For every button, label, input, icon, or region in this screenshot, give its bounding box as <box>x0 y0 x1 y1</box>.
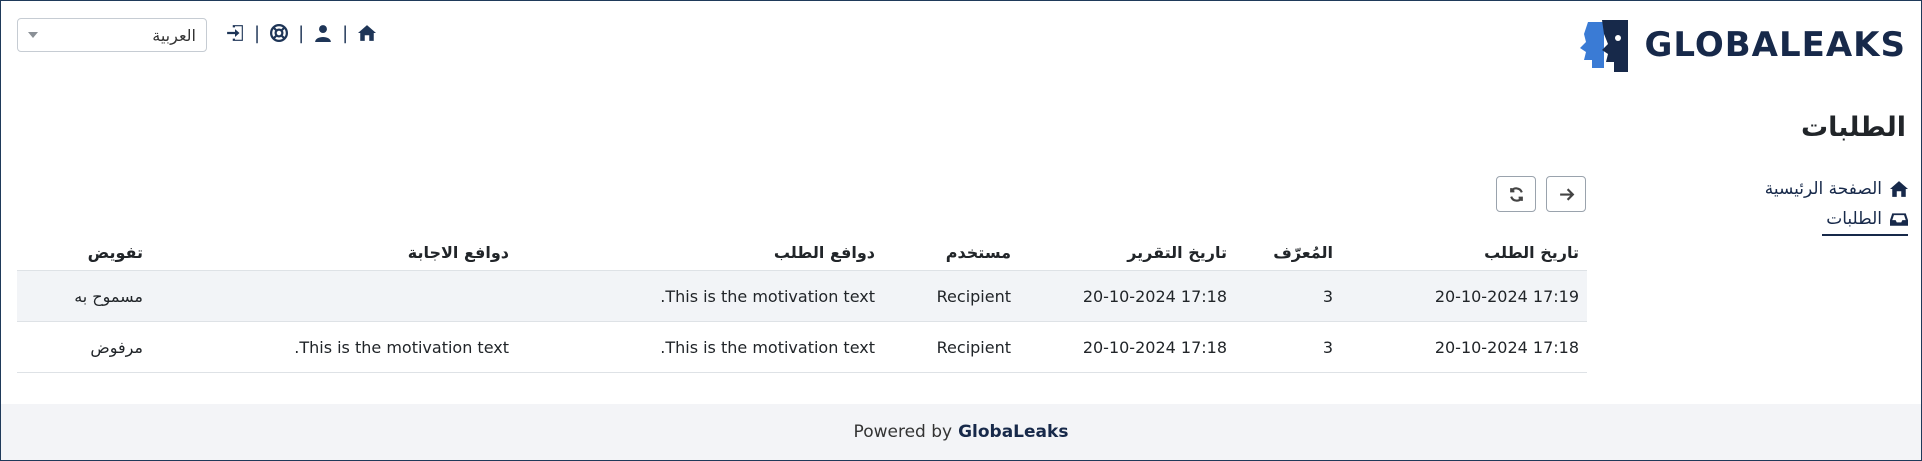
page-title: الطلبات <box>1800 112 1906 143</box>
cell-response-motivation <box>151 270 517 322</box>
sidebar-item-requests[interactable]: الطلبات <box>1822 204 1908 236</box>
col-request-motivation[interactable]: دوافع الطلب <box>517 234 883 271</box>
top-nav: | | | <box>224 22 378 44</box>
login-icon[interactable] <box>224 22 246 44</box>
sidebar: الصفحة الرئيسية الطلبات <box>1748 174 1908 236</box>
globaleaks-logo[interactable]: GLOBALEAKS <box>1574 16 1906 74</box>
table-actions <box>1496 176 1586 212</box>
table-row[interactable]: 20-10-2024 17:18 3 20-10-2024 17:18 Reci… <box>17 321 1587 373</box>
footer-brand-link[interactable]: GlobaLeaks <box>958 422 1068 442</box>
home-icon <box>1890 181 1908 197</box>
cell-authorization: مسموح به <box>17 270 151 322</box>
nav-separator: | <box>254 22 261 44</box>
requests-table: تاريخ الطلب المُعرّف تاريخ التقرير مستخد… <box>17 234 1587 373</box>
cell-request-motivation: This is the motivation text. <box>517 270 883 322</box>
col-id[interactable]: المُعرّف <box>1235 234 1341 271</box>
inbox-icon <box>1890 213 1908 226</box>
sidebar-item-label: الصفحة الرئيسية <box>1764 179 1882 199</box>
cell-response-motivation: This is the motivation text. <box>151 321 517 373</box>
cell-report-date: 20-10-2024 17:18 <box>1019 321 1235 373</box>
nav-separator: | <box>298 22 305 44</box>
cell-user: Recipient <box>883 270 1019 322</box>
refresh-button[interactable] <box>1496 176 1536 212</box>
logo-icon <box>1580 20 1629 72</box>
cell-id: 3 <box>1235 321 1341 373</box>
user-icon[interactable] <box>312 22 334 44</box>
footer: Powered by GlobaLeaks <box>1 404 1921 460</box>
forward-button[interactable] <box>1546 176 1586 212</box>
refresh-icon <box>1509 186 1523 202</box>
col-user[interactable]: مستخدم <box>883 234 1019 271</box>
language-value: العربية <box>152 25 196 45</box>
cell-id: 3 <box>1235 270 1341 322</box>
sidebar-item-label: الطلبات <box>1826 209 1882 229</box>
table-row[interactable]: 20-10-2024 17:19 3 20-10-2024 17:18 Reci… <box>17 270 1587 322</box>
language-select[interactable]: العربية <box>17 18 207 52</box>
sidebar-item-home[interactable]: الصفحة الرئيسية <box>1748 174 1908 204</box>
cell-request-date: 20-10-2024 17:19 <box>1341 270 1587 322</box>
cell-request-motivation: This is the motivation text. <box>517 321 883 373</box>
table-header-row: تاريخ الطلب المُعرّف تاريخ التقرير مستخد… <box>17 234 1587 271</box>
col-report-date[interactable]: تاريخ التقرير <box>1019 234 1235 271</box>
support-icon[interactable] <box>268 22 290 44</box>
arrow-right-icon <box>1559 187 1574 201</box>
cell-user: Recipient <box>883 321 1019 373</box>
col-authorization[interactable]: تفويض <box>17 234 151 271</box>
home-icon[interactable] <box>356 22 378 44</box>
col-request-date[interactable]: تاريخ الطلب <box>1341 234 1587 271</box>
col-response-motivation[interactable]: دوافع الاجابة <box>151 234 517 271</box>
logo-text: GLOBALEAKS <box>1644 25 1906 65</box>
cell-request-date: 20-10-2024 17:18 <box>1341 321 1587 373</box>
powered-by-text: Powered by <box>853 422 953 442</box>
cell-authorization: مرفوض <box>17 321 151 373</box>
chevron-down-icon <box>28 32 38 38</box>
cell-report-date: 20-10-2024 17:18 <box>1019 270 1235 322</box>
nav-separator: | <box>342 22 349 44</box>
